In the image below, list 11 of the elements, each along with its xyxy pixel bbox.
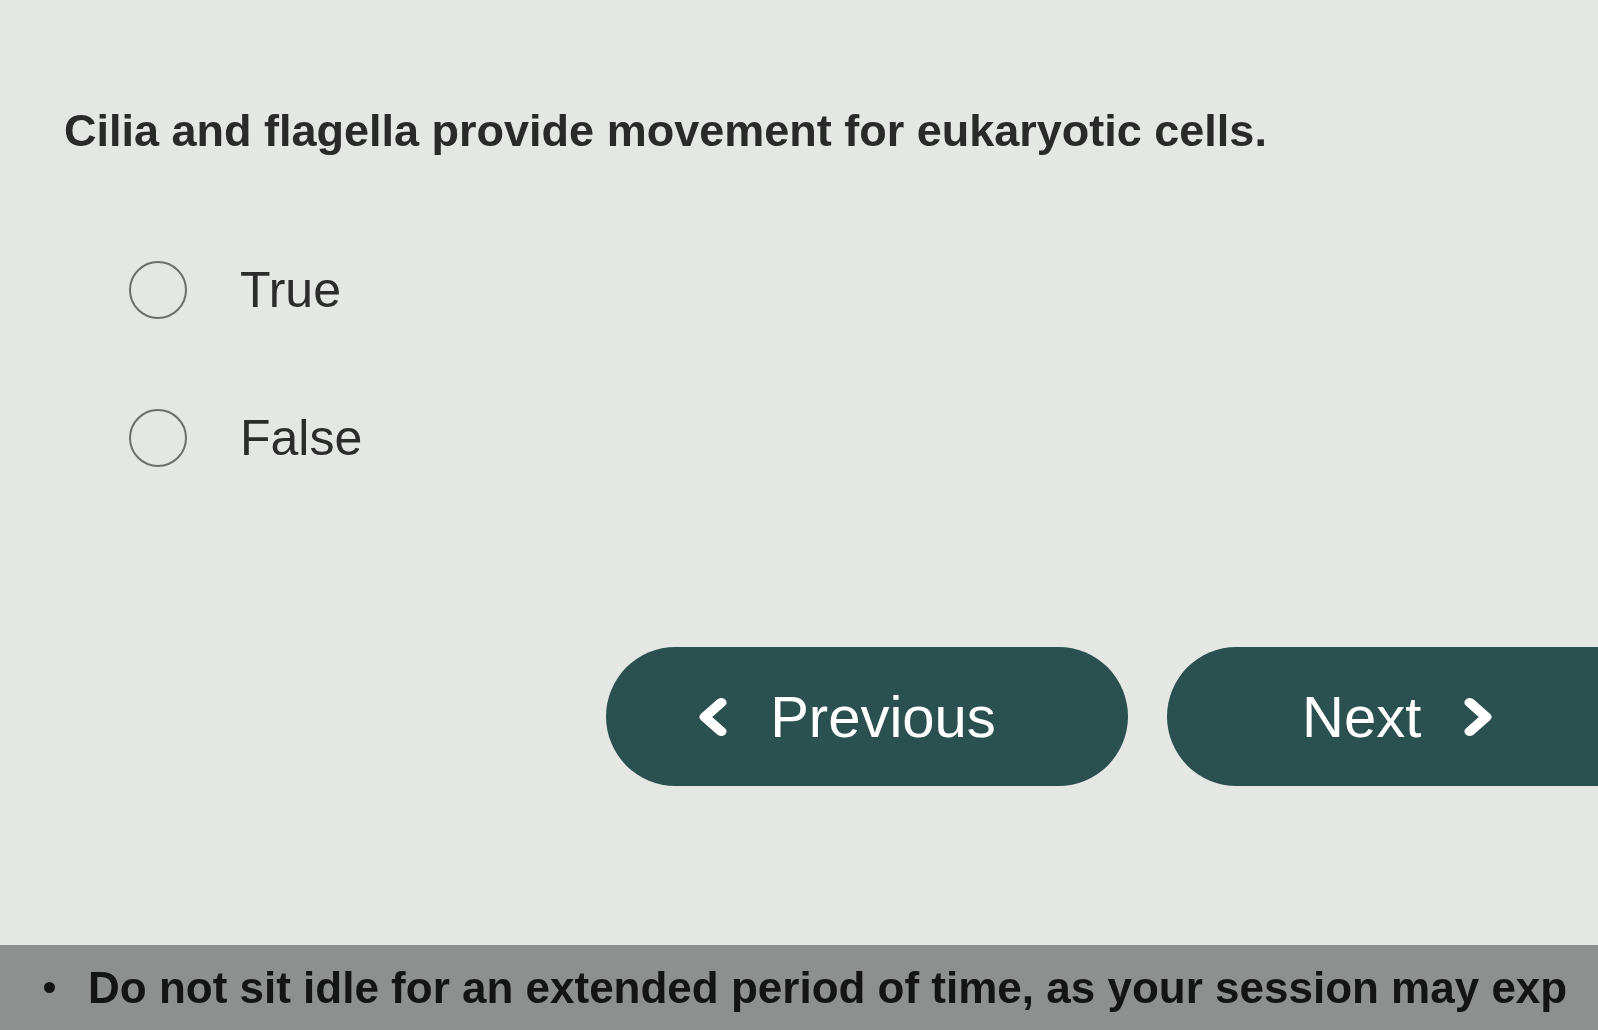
next-button[interactable]: Next (1167, 647, 1598, 786)
previous-button[interactable]: Previous (606, 647, 1128, 786)
radio-button[interactable] (129, 261, 187, 319)
chevron-left-icon (698, 696, 729, 737)
bullet-icon (44, 982, 55, 993)
option-label[interactable]: False (240, 408, 363, 468)
question-text: Cilia and flagella provide movement for eukaryotic cells. (64, 104, 1267, 158)
chevron-right-icon (1463, 696, 1494, 737)
notice-text: Do not sit idle for an extended period of time, as your session may exp (88, 961, 1568, 1014)
radio-button[interactable] (129, 409, 187, 467)
option-label[interactable]: True (240, 260, 341, 320)
